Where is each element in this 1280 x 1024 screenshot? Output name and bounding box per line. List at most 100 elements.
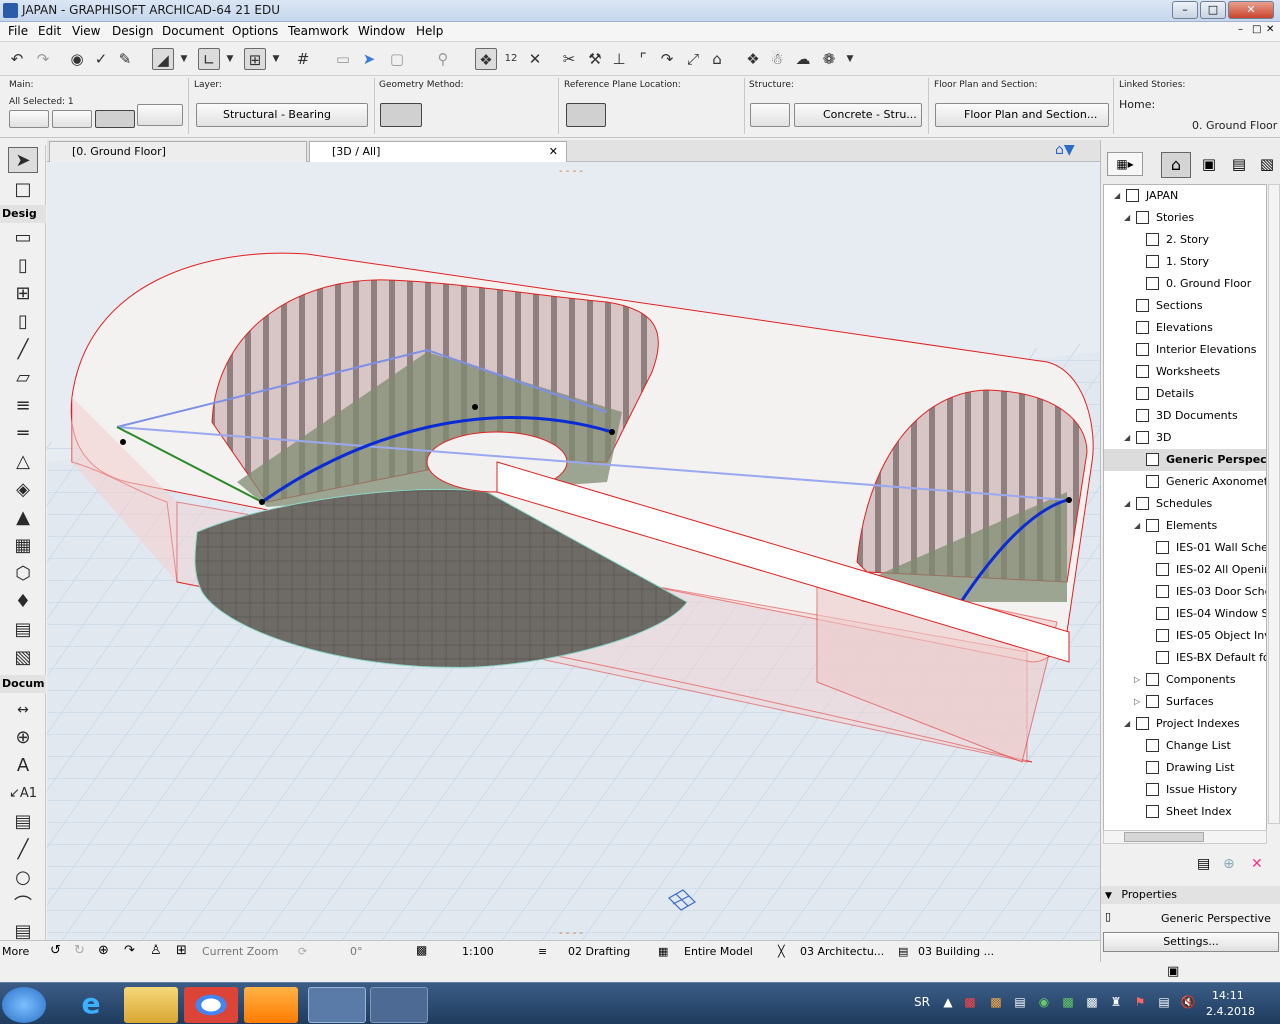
text-tool-icon[interactable]: A — [8, 753, 38, 779]
menu-view[interactable]: View — [72, 24, 100, 38]
tree-item[interactable]: IES-04 Window Schedule — [1104, 603, 1266, 625]
tree-toggle-icon[interactable]: ◢ — [1134, 515, 1140, 537]
tree-item[interactable]: Worksheets — [1104, 361, 1266, 383]
tree-item[interactable]: ◢ JAPAN — [1104, 185, 1266, 207]
tray-app-icon[interactable]: ▩ — [988, 995, 1004, 1011]
scale-select[interactable]: 1:100 — [462, 945, 494, 958]
snap-guide-icon[interactable]: ∟ — [198, 48, 220, 70]
tree-item[interactable]: Generic Perspective — [1104, 449, 1266, 471]
layout-guide-icon[interactable]: ◢ — [152, 48, 174, 70]
chrome-icon[interactable] — [184, 987, 238, 1023]
shell-tool-icon[interactable]: ◈ — [8, 477, 38, 503]
zoom-icon[interactable]: ⊕ — [98, 943, 109, 958]
home-story-value[interactable]: 0. Ground Floor — [1192, 119, 1277, 132]
suspend-groups-icon[interactable]: ▭ — [332, 48, 354, 70]
intersect-icon[interactable]: ⊥ — [608, 48, 630, 70]
dropdown-arrow-icon[interactable]: ▼ — [224, 48, 236, 70]
menu-design[interactable]: Design — [112, 24, 153, 38]
syringe-icon[interactable]: ✎ — [114, 48, 136, 70]
tree-item[interactable]: 0. Ground Floor — [1104, 273, 1266, 295]
window-tool-icon[interactable]: ⊞ — [8, 281, 38, 307]
tab-ground-floor[interactable]: [0. Ground Floor] — [49, 141, 307, 162]
walk-icon[interactable]: ♙ — [150, 943, 162, 958]
tree-item[interactable]: Change List — [1104, 735, 1266, 757]
resize-icon[interactable]: ⤢ — [682, 48, 704, 70]
tree-item[interactable]: Sections — [1104, 295, 1266, 317]
pointer-icon[interactable]: ➤ — [358, 48, 380, 70]
3d-model-canvas[interactable]: - - - - - - - - — [47, 162, 1100, 940]
menu-options[interactable]: Options — [232, 24, 278, 38]
internet-explorer-icon[interactable]: e — [64, 987, 118, 1023]
coordinate-icon[interactable]: ⊞ — [244, 48, 266, 70]
menu-edit[interactable]: Edit — [38, 24, 61, 38]
tree-toggle-icon[interactable]: ◢ — [1124, 207, 1130, 229]
polyline-tool-icon[interactable]: ⌒ — [8, 893, 38, 919]
tree-item[interactable]: ◢ Elements — [1104, 515, 1266, 537]
clock-date[interactable]: 2.4.2018 — [1206, 1005, 1255, 1018]
explode-icon[interactable]: ❖ — [742, 48, 764, 70]
dropdown-arrow-icon[interactable]: ▼ — [270, 48, 282, 70]
orbit-icon[interactable]: ↷ — [124, 943, 135, 958]
doc-minimize-button[interactable]: – — [1238, 24, 1243, 35]
design-section-header[interactable]: Desig — [0, 205, 46, 223]
beam-tool-icon[interactable]: ╱ — [8, 337, 38, 363]
new-view-icon[interactable]: ▤ — [1197, 856, 1217, 876]
tree-item[interactable]: 2. Story — [1104, 229, 1266, 251]
gpu-tray-icon[interactable]: ▩ — [1060, 995, 1076, 1011]
rotate-view-icon[interactable]: ↺ — [50, 943, 61, 958]
start-button-icon[interactable] — [2, 987, 46, 1023]
tree-toggle-icon[interactable]: ◢ — [1124, 713, 1130, 735]
close-button[interactable]: ✕ — [1228, 1, 1274, 19]
render-icon[interactable]: ❁ — [818, 48, 840, 70]
close-tab-icon[interactable]: ✕ — [549, 142, 558, 162]
panel-restore-icon[interactable]: ▣ — [1167, 964, 1179, 979]
menu-document[interactable]: Document — [162, 24, 224, 38]
skylight-tool-icon[interactable]: ▲ — [8, 505, 38, 531]
angle-value[interactable]: 0° — [350, 945, 363, 958]
tree-item[interactable]: Interior Elevations — [1104, 339, 1266, 361]
redo-icon[interactable]: ↷ — [32, 48, 54, 70]
find-select-icon[interactable]: ◉ — [66, 48, 88, 70]
clock-time[interactable]: 14:11 — [1212, 989, 1244, 1002]
elevation-button[interactable] — [9, 110, 49, 128]
minimize-button[interactable]: – — [1172, 1, 1198, 19]
line-tool-icon[interactable]: ╱ — [8, 837, 38, 863]
structure-select[interactable]: Concrete - Stru... — [794, 103, 922, 127]
action-center-icon[interactable]: ⚑ — [1132, 995, 1148, 1011]
tree-item[interactable]: ◢ 3D — [1104, 427, 1266, 449]
level-dimension-tool-icon[interactable]: ⊕ — [8, 725, 38, 751]
scroll-thumb[interactable] — [1124, 832, 1204, 842]
dropdown-arrow-icon[interactable]: ▼ — [178, 48, 190, 70]
tray-chevron-icon[interactable]: ▲ — [940, 995, 956, 1011]
archicad-taskbar-icon[interactable] — [308, 987, 366, 1023]
fit-window-icon[interactable]: ⊞ — [176, 943, 187, 958]
railing-tool-icon[interactable]: ═ — [8, 421, 38, 447]
tree-item[interactable]: ◢ Stories — [1104, 207, 1266, 229]
geometry-basic-button[interactable] — [380, 103, 422, 127]
more-button[interactable]: More — [2, 945, 29, 958]
network-tray-icon[interactable]: ▤ — [1012, 995, 1028, 1011]
tree-item[interactable]: ◢ Project Indexes — [1104, 713, 1266, 735]
mesh-tool-icon[interactable]: ▧ — [8, 645, 38, 671]
fill-tool-icon[interactable]: ▤ — [8, 809, 38, 835]
media-player-icon[interactable] — [244, 987, 298, 1023]
marquee-tool-icon[interactable]: □ — [8, 177, 38, 203]
geometry-trapezoid-button[interactable] — [468, 103, 508, 127]
tree-toggle-icon[interactable]: ▷ — [1134, 669, 1140, 691]
wifi-tray-icon[interactable]: ▤ — [1156, 995, 1172, 1011]
nvidia-tray-icon[interactable]: ◉ — [1036, 995, 1052, 1011]
dimension-tool-icon[interactable]: ↔ — [8, 697, 38, 723]
layout-book-icon[interactable]: ▤ — [1227, 152, 1251, 178]
tree-toggle-icon[interactable]: ◢ — [1124, 493, 1130, 515]
language-indicator[interactable]: SR — [912, 995, 932, 1011]
view-map-icon[interactable]: ▣ — [1197, 152, 1221, 178]
numbering-icon[interactable]: 12 — [500, 48, 522, 70]
geometry-slanted-button[interactable] — [425, 103, 465, 127]
doc-restore-button[interactable]: □ — [1252, 24, 1261, 35]
view-map-icon[interactable]: ⌂▼ — [1055, 142, 1085, 160]
slab-tool-icon[interactable]: ▱ — [8, 365, 38, 391]
dropdown-arrow-icon[interactable]: ▼ — [844, 48, 856, 70]
restore-button[interactable]: □ — [1200, 1, 1226, 19]
volume-muted-icon[interactable]: 🔇 — [1180, 995, 1196, 1011]
properties-header[interactable]: ▼ Properties — [1101, 886, 1280, 904]
